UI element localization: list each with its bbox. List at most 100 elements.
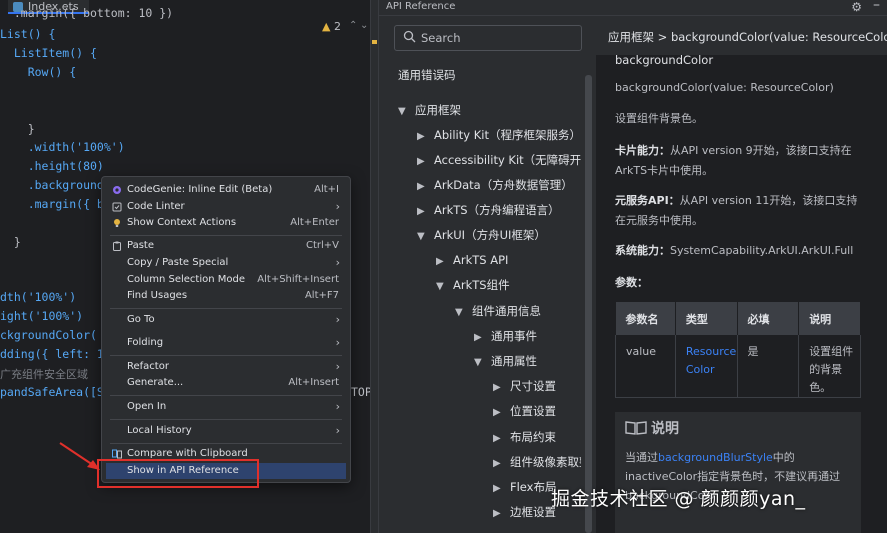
- code-line[interactable]: dding({ left: 1: [0, 347, 104, 361]
- chevron-down-icon[interactable]: ▼: [398, 103, 415, 121]
- menu-item-refactor[interactable]: Refactor ›: [106, 359, 346, 375]
- chevron-down-icon[interactable]: ⌄: [360, 20, 368, 31]
- warning-marker[interactable]: [372, 40, 377, 44]
- code-line[interactable]: 广充组件安全区域: [0, 366, 88, 382]
- code-line[interactable]: ight('100%'): [0, 309, 83, 323]
- tree-item[interactable]: ▶ Ability Kit（程序框架服务）: [417, 126, 581, 144]
- menu-item-label: Show Context Actions: [127, 217, 237, 228]
- api-doc-pane[interactable]: 应用框架 > backgroundColor(value: ResourceCo…: [596, 17, 887, 533]
- menu-separator: [110, 443, 342, 444]
- menu-item-local-history[interactable]: Local History ›: [106, 423, 346, 439]
- warning-indicator[interactable]: ▲ 2: [322, 20, 341, 33]
- tree-item-label: ArkTS组件: [453, 278, 510, 292]
- menu-item-go-to[interactable]: Go To ›: [106, 312, 346, 328]
- tree-item[interactable]: 通用错误码: [398, 66, 456, 84]
- code-line[interactable]: pandSafeArea([S: [0, 385, 104, 399]
- chevron-down-icon[interactable]: ▼: [436, 278, 453, 296]
- chevron-right-icon[interactable]: ▶: [436, 253, 453, 271]
- menu-item-column-selection[interactable]: Column Selection Mode Alt+Shift+Insert: [106, 272, 346, 288]
- chevron-up-icon[interactable]: ⌃: [349, 20, 357, 31]
- menu-item-show-context-actions[interactable]: Show Context Actions Alt+Enter: [106, 215, 346, 231]
- menu-item-paste[interactable]: Paste Ctrl+V: [106, 238, 346, 254]
- chevron-right-icon[interactable]: ▶: [417, 178, 434, 196]
- note-link[interactable]: backgroundBlurStyle: [658, 451, 773, 464]
- tree-item-label: Accessibility Kit（无障碍开发服务）: [434, 153, 595, 167]
- menu-item-label: Paste: [127, 240, 154, 251]
- tree-item[interactable]: ▶Accessibility Kit（无障碍开发服务）: [417, 151, 595, 169]
- code-text: dth('100%'): [0, 290, 77, 304]
- code-line[interactable]: dth('100%'): [0, 290, 76, 304]
- code-line[interactable]: .height(80): [0, 159, 104, 173]
- menu-item-folding[interactable]: Folding ›: [106, 335, 346, 351]
- menu-item-code-linter[interactable]: Code Linter ›: [106, 199, 346, 215]
- menu-item-label: CodeGenie: Inline Edit (Beta): [127, 184, 273, 195]
- scrollbar-thumb[interactable]: [585, 75, 592, 533]
- code-text: .width('100%'): [0, 140, 125, 154]
- menu-item-label: Open In: [127, 401, 167, 412]
- tree-item-label: 布局约束: [510, 430, 556, 444]
- code-line[interactable]: }: [0, 235, 21, 249]
- code-line[interactable]: }: [0, 122, 35, 136]
- code-text: .margin({ bottom: 10 }): [0, 6, 174, 20]
- tree-item[interactable]: ▼ ArkTS组件: [436, 276, 510, 294]
- watermark: 掘金技术社区 @ 颜颜颜yan_: [551, 488, 806, 510]
- search-box[interactable]: [394, 25, 582, 51]
- chevron-right-icon[interactable]: ▶: [493, 455, 510, 473]
- code-line[interactable]: .width('100%'): [0, 140, 125, 154]
- chevron-right-icon[interactable]: ▶: [417, 203, 434, 221]
- chevron-down-icon[interactable]: ▼: [455, 304, 472, 322]
- tree-item[interactable]: ▶ 尺寸设置: [493, 377, 556, 395]
- menu-separator: [110, 308, 342, 309]
- tree-item[interactable]: ▶ 组件级像素取整: [493, 453, 591, 471]
- minimize-icon[interactable]: –: [873, 0, 880, 13]
- tree-item[interactable]: ▶ 通用事件: [474, 327, 537, 345]
- tree-item[interactable]: ▶ 布局约束: [493, 428, 556, 446]
- tree-item[interactable]: ▶ 边框设置: [493, 503, 556, 521]
- code-line[interactable]: .margin({ bottom: 10 }): [0, 6, 173, 20]
- chevron-right-icon[interactable]: ▶: [417, 153, 434, 171]
- code-line[interactable]: ListItem() {: [0, 46, 97, 60]
- api-panel-title: API Reference: [386, 1, 456, 12]
- code-line[interactable]: .margin({ bo: [0, 197, 111, 211]
- tree-item[interactable]: ▼ ArkUI（方舟UI框架）: [417, 226, 546, 244]
- menu-item-codegenie[interactable]: CodeGenie: Inline Edit (Beta) Alt+I: [106, 182, 346, 198]
- context-menu[interactable]: CodeGenie: Inline Edit (Beta) Alt+I Code…: [101, 176, 351, 483]
- chevron-right-icon[interactable]: ▶: [493, 505, 510, 523]
- chevron-right-icon[interactable]: ▶: [474, 329, 491, 347]
- tree-item[interactable]: ▶ ArkData（方舟数据管理）: [417, 176, 573, 194]
- chevron-right-icon[interactable]: ▶: [493, 430, 510, 448]
- tree-item[interactable]: ▼ 应用框架: [398, 101, 461, 119]
- table-header: 类型: [675, 302, 738, 335]
- api-reference-panel[interactable]: API Reference ⚙ – 通用错误码 ▼应用框架 ▶Ability K…: [378, 0, 887, 533]
- chevron-right-icon[interactable]: ▶: [417, 128, 434, 146]
- gear-icon[interactable]: ⚙: [851, 0, 862, 14]
- menu-item-find-usages[interactable]: Find Usages Alt+F7: [106, 288, 346, 304]
- chevron-right-icon[interactable]: ▶: [493, 379, 510, 397]
- chevron-right-icon[interactable]: ▶: [493, 404, 510, 422]
- editor-scrollbar[interactable]: [370, 0, 378, 533]
- api-tree-pane[interactable]: 通用错误码 ▼应用框架 ▶Ability Kit（程序框架服务） ▶Access…: [380, 17, 595, 533]
- menu-item-generate[interactable]: Generate... Alt+Insert: [106, 375, 346, 391]
- tree-item[interactable]: ▼ 组件通用信息: [455, 302, 541, 320]
- code-line[interactable]: Row() {: [0, 65, 76, 79]
- tree-item[interactable]: ▶ ArkTS API: [436, 251, 508, 269]
- menu-item-open-in[interactable]: Open In ›: [106, 399, 346, 415]
- chevron-down-icon[interactable]: ▼: [474, 354, 491, 372]
- tree-item[interactable]: ▶ ArkTS（方舟编程语言）: [417, 201, 560, 219]
- bulb-icon: [114, 219, 120, 227]
- code-line[interactable]: .background(: [0, 178, 111, 192]
- menu-item-copy-paste-special[interactable]: Copy / Paste Special ›: [106, 255, 346, 271]
- tree-item[interactable]: ▶ 位置设置: [493, 402, 556, 420]
- tree-item-label: 通用事件: [491, 329, 537, 343]
- tree-scrollbar[interactable]: [581, 75, 595, 533]
- tree-item[interactable]: ▼ 通用属性: [474, 352, 537, 370]
- submenu-arrow-icon: ›: [335, 256, 340, 269]
- type-link[interactable]: ResourceColor: [686, 345, 736, 376]
- search-input[interactable]: [421, 29, 571, 47]
- tree-item[interactable]: ▶ Flex布局: [493, 478, 557, 496]
- code-line[interactable]: List() {: [0, 27, 55, 41]
- menu-item-shortcut: Alt+I: [314, 184, 339, 195]
- chevron-right-icon[interactable]: ▶: [493, 480, 510, 498]
- chevron-down-icon[interactable]: ▼: [417, 228, 434, 246]
- code-line[interactable]: ckgroundColor(: [0, 328, 97, 342]
